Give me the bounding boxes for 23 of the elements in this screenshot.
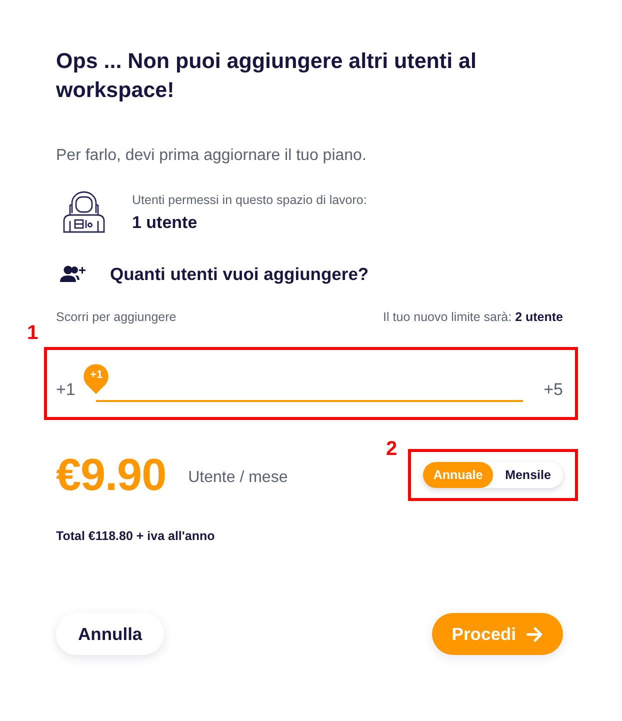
- price-unit: Utente / mese: [188, 468, 288, 488]
- add-user-icon: [60, 265, 86, 283]
- arrow-right-icon: [526, 626, 543, 642]
- annotation-number: 2: [386, 439, 398, 459]
- dialog-title: Ops ... Non puoi aggiungere altri utenti al workspace!: [56, 48, 478, 104]
- dialog-subtitle: Per farlo, devi prima aggiornare il tuo piano.: [56, 146, 368, 166]
- add-users-heading: Quanti utenti vuoi aggiungere?: [110, 263, 369, 285]
- slider[interactable]: +1: [82, 363, 537, 403]
- price: €9.90: [56, 450, 166, 500]
- new-limit-text: Il tuo nuovo limite sarà: 2 utente: [383, 309, 563, 325]
- billing-option[interactable]: Mensile: [493, 462, 563, 488]
- astronaut-icon: [62, 191, 106, 233]
- slider-min-label: +1: [56, 380, 76, 400]
- annotation-number: 1: [27, 323, 38, 343]
- cancel-button[interactable]: Annulla: [56, 613, 164, 655]
- total-price-text: Total €118.80 + iva all'anno: [56, 528, 216, 545]
- allowed-users-caption: Utenti permessi in questo spazio di lavoro:: [132, 192, 367, 208]
- allowed-users-value: 1 utente: [132, 212, 198, 232]
- slider-hint: Scorri per aggiungere: [56, 309, 176, 325]
- proceed-button[interactable]: Procedi: [432, 613, 563, 655]
- slider-max-label: +5: [544, 380, 563, 400]
- billing-option[interactable]: Annuale: [423, 462, 493, 488]
- slider-thumb[interactable]: +1: [82, 363, 110, 394]
